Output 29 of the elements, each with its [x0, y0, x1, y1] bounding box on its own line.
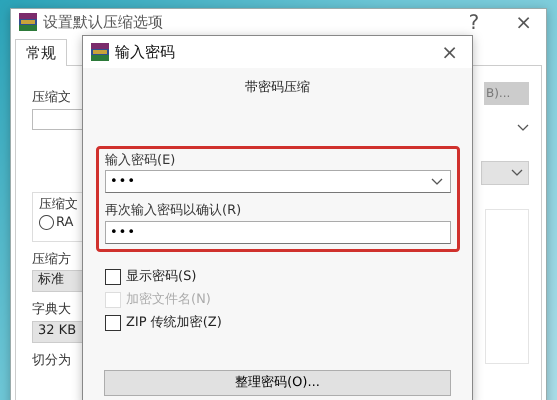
password-field[interactable]: ••• [105, 220, 451, 244]
checkbox-label: 显示密码(S) [126, 268, 196, 285]
checkbox[interactable] [105, 268, 121, 285]
checkbox-label: 加密文件名(N) [126, 292, 211, 308]
chevron-icon [517, 124, 529, 132]
chevron-icon [431, 178, 443, 186]
checkbox[interactable] [105, 314, 121, 331]
app-icon [19, 13, 37, 31]
chevron-icon [511, 168, 523, 177]
field-label: 压缩文 [32, 90, 72, 106]
dialog-title: 输入密码 [115, 43, 175, 61]
dialog-heading: 带密码压缩 [244, 80, 311, 96]
dropdown[interactable] [481, 160, 529, 185]
checkbox-label: ZIP 传统加密(Z) [126, 314, 222, 331]
manage-passwords-button[interactable]: 整理密码(O)... [104, 370, 451, 396]
field-label: 再次输入密码以确认(R) [105, 203, 242, 219]
field-label: 字典大 [32, 302, 72, 318]
radio-button[interactable]: RA [39, 215, 87, 231]
app-icon [91, 43, 109, 61]
tab[interactable]: 常规 [15, 39, 67, 66]
close-button[interactable]: × [509, 12, 538, 32]
close-button[interactable]: × [435, 42, 464, 62]
password-field[interactable]: ••• [105, 170, 451, 194]
field-label: 压缩方 [32, 252, 72, 268]
field-label: 切分为 [32, 353, 72, 369]
field-label: 输入密码(E) [105, 152, 176, 168]
help-button[interactable]: ? [462, 12, 486, 32]
window-title: 设置默认压缩选项 [43, 13, 163, 31]
group-label: 压缩文 [39, 196, 79, 212]
